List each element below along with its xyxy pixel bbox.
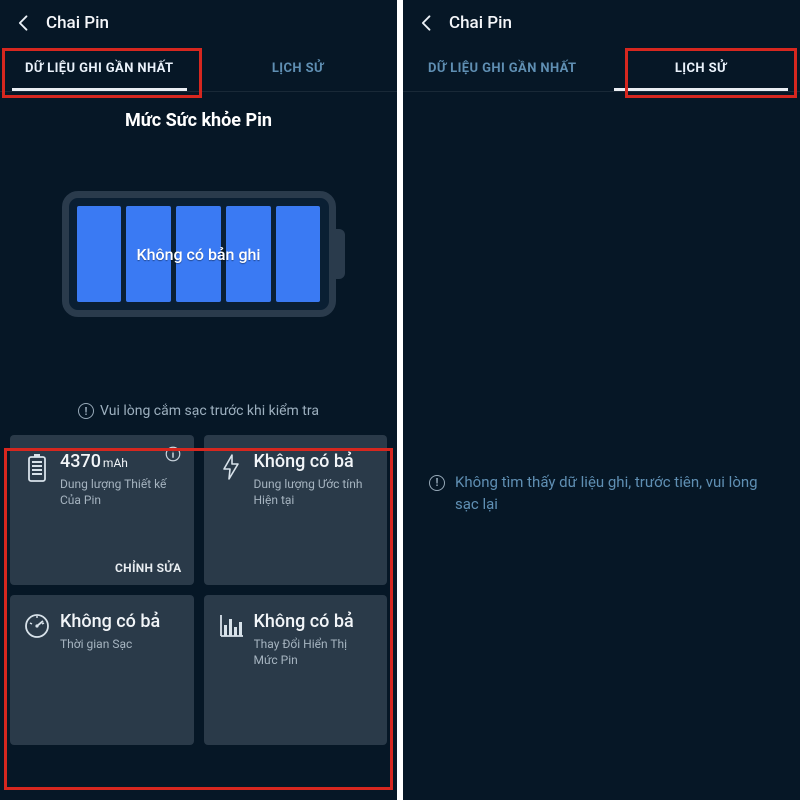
card-value: Không có bả [254,451,374,472]
card-subtitle: Thay Đổi Hiển Thị Mức Pin [254,636,374,668]
empty-text: Không tìm thấy dữ liệu ghi, trước tiên, … [455,472,774,516]
tabs: DỮ LIỆU GHI GẦN NHẤT LỊCH SỬ [0,46,397,92]
info-icon: ! [78,403,94,419]
back-arrow-icon[interactable] [10,9,38,37]
battery-graphic: Không có bản ghi [0,191,397,317]
tab-history[interactable]: LỊCH SỬ [199,46,398,91]
card-charge-time[interactable]: Không có bả Thời gian Sạc [10,595,194,745]
card-estimated-capacity[interactable]: Không có bả Dung lượng Ước tính Hiện tại [204,435,388,585]
hint-text: ! Vui lòng cắm sạc trước khi kiểm tra [0,403,397,419]
card-subtitle: Dung lượng Ước tính Hiện tại [254,476,374,508]
card-value: 4370mAh [60,451,180,472]
tab-latest[interactable]: DỮ LIỆU GHI GẦN NHẤT [403,46,602,91]
card-value: Không có bả [254,611,374,632]
page-title: Chai Pin [449,13,512,33]
card-display-change[interactable]: Không có bả Thay Đổi Hiển Thị Mức Pin [204,595,388,745]
edit-button[interactable]: CHỈNH SỬA [115,561,181,575]
card-value: Không có bả [60,611,180,632]
bar-chart-icon [218,611,244,733]
card-design-capacity[interactable]: 4370mAh Dung lượng Thiết kế Của Pin CHỈN… [10,435,194,585]
info-icon[interactable] [164,445,182,463]
gauge-icon [24,611,50,733]
page-title: Chai Pin [46,13,109,33]
screen-history: Chai Pin DỮ LIỆU GHI GẦN NHẤT LỊCH SỬ ! … [403,0,800,800]
tab-history[interactable]: LỊCH SỬ [602,46,800,91]
screen-latest: Chai Pin DỮ LIỆU GHI GẦN NHẤT LỊCH SỬ Mứ… [0,0,397,800]
tab-latest[interactable]: DỮ LIỆU GHI GẦN NHẤT [0,46,199,91]
top-bar: Chai Pin [0,0,397,46]
battery-text: Không có bản ghi [137,245,261,264]
card-subtitle: Thời gian Sạc [60,636,180,652]
back-arrow-icon[interactable] [413,9,441,37]
tabs: DỮ LIỆU GHI GẦN NHẤT LỊCH SỬ [403,46,800,92]
bolt-icon [218,451,244,573]
card-subtitle: Dung lượng Thiết kế Của Pin [60,476,180,508]
section-title: Mức Sức khỏe Pin [0,110,397,131]
info-icon: ! [429,475,445,491]
empty-state: ! Không tìm thấy dữ liệu ghi, trước tiên… [403,472,800,516]
battery-icon [24,451,50,573]
top-bar: Chai Pin [403,0,800,46]
hint-label: Vui lòng cắm sạc trước khi kiểm tra [100,403,319,419]
cards-grid: 4370mAh Dung lượng Thiết kế Của Pin CHỈN… [10,435,387,745]
